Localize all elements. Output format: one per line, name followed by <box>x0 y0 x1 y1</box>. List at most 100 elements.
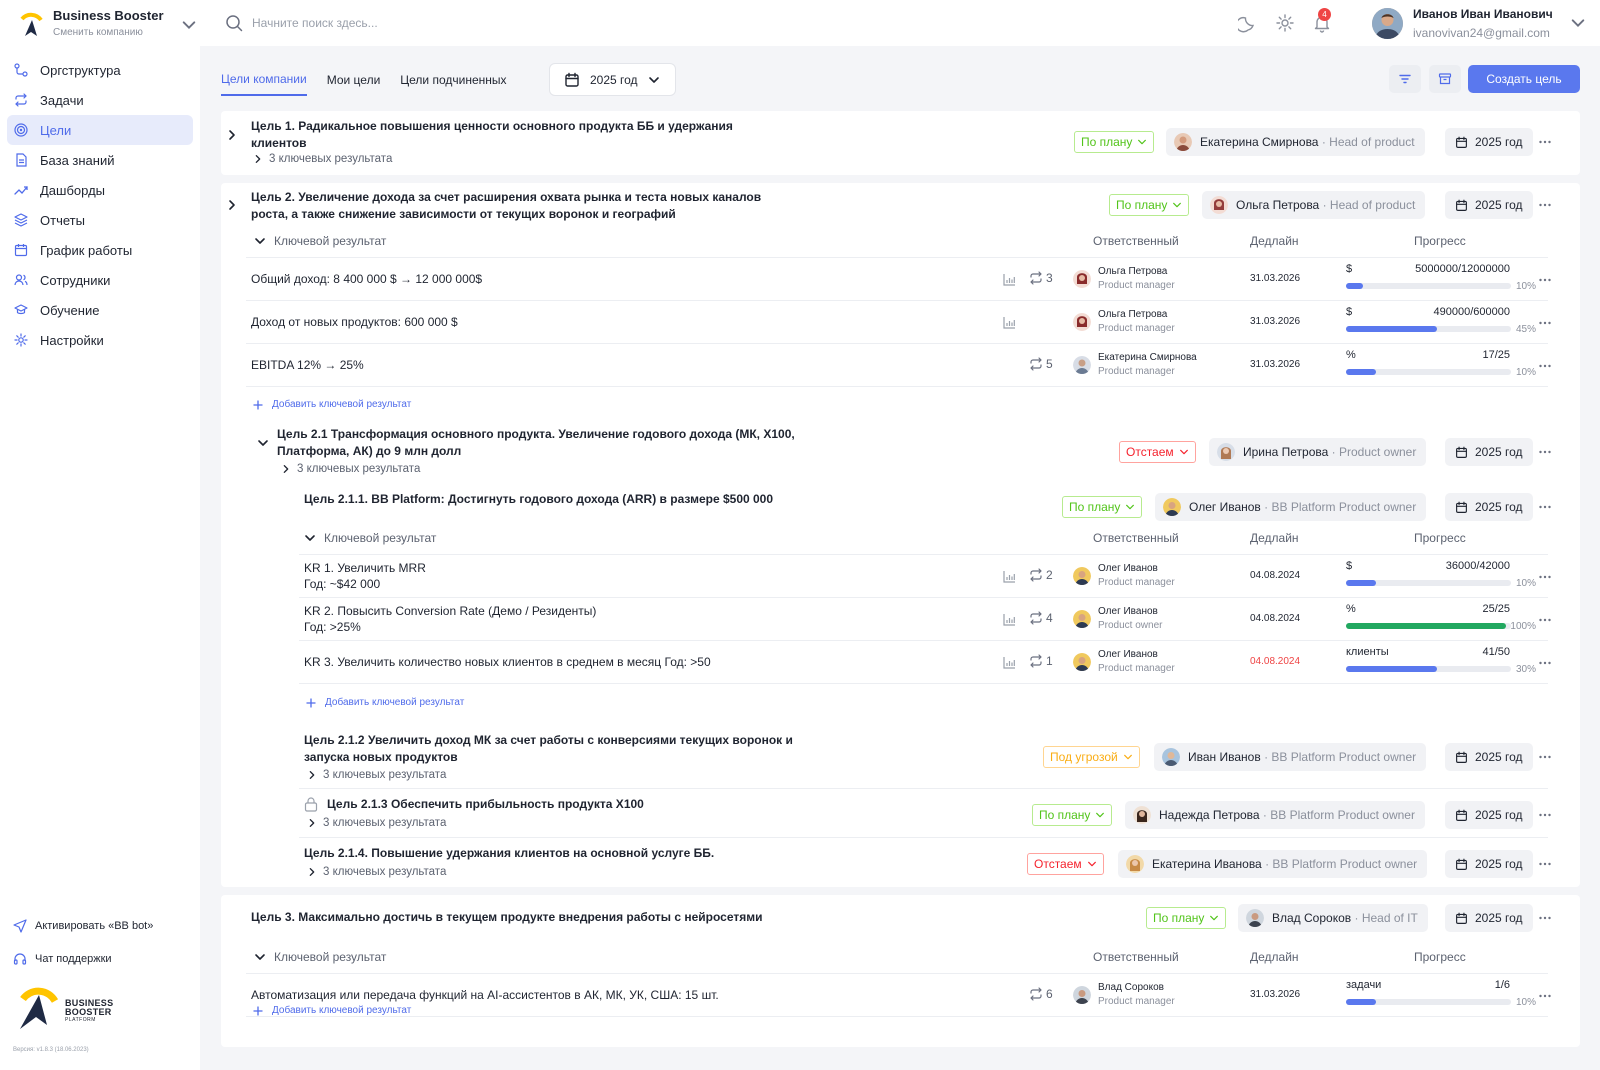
table-row[interactable]: KR 1. Увеличить MRR Год: ~$42 000 2 Олег … <box>299 555 1548 598</box>
owner-chip[interactable]: Надежда Петрова · BB Platform Product ow… <box>1125 801 1425 829</box>
kr-count-toggle[interactable]: 3 ключевых результата <box>307 769 446 781</box>
add-kr-button[interactable]: Добавить ключевой результат <box>253 1005 411 1016</box>
moon-icon[interactable] <box>1238 13 1258 33</box>
status-badge[interactable]: По плану <box>1032 804 1113 826</box>
kr-count-toggle[interactable]: 3 ключевых результата <box>281 463 420 475</box>
status-badge[interactable]: По плану <box>1062 496 1143 518</box>
goal-title[interactable]: Цель 2.1.2 Увеличить доход МК за счет ра… <box>304 732 834 766</box>
owner-chip[interactable]: Влад Сороков · Head of IT <box>1238 904 1428 932</box>
bar-chart-icon[interactable] <box>1003 316 1016 329</box>
goal-year[interactable]: 2025 год <box>1445 904 1533 932</box>
owner-chip[interactable]: Екатерина Смирнова · Head of product <box>1166 128 1425 156</box>
sidebar-item-knowledge[interactable]: База знаний <box>7 145 193 175</box>
table-row[interactable]: Автоматизация или передача функций на AI… <box>246 974 1548 1017</box>
table-row[interactable]: Общий доход: 8 400 000 $ → 12 000 000$ 3… <box>246 258 1548 301</box>
more-icon[interactable] <box>1538 135 1552 149</box>
owner-chip[interactable]: Екатерина Иванова · BB Platform Product … <box>1118 850 1428 878</box>
bar-chart-icon[interactable] <box>1003 613 1016 626</box>
company-switcher[interactable]: Business Booster Сменить компанию <box>14 8 196 44</box>
goal-year[interactable]: 2025 год <box>1445 438 1533 466</box>
kr-checkin-count[interactable]: 3 <box>1029 271 1053 285</box>
goal-title[interactable]: Цель 2.1 Трансформация основного продукт… <box>277 426 807 460</box>
year-select[interactable]: 2025 год <box>549 63 676 96</box>
status-badge[interactable]: Отстаем <box>1119 441 1196 463</box>
chevron-down-icon[interactable] <box>257 437 269 449</box>
bar-chart-icon[interactable] <box>1003 656 1016 669</box>
status-badge[interactable]: По плану <box>1074 131 1155 153</box>
more-icon[interactable] <box>1538 613 1552 627</box>
table-row[interactable]: Доход от новых продуктов: 600 000 $ Ольг… <box>246 301 1548 344</box>
goal-year[interactable]: 2025 год <box>1445 493 1533 521</box>
kr-count-toggle[interactable]: 3 ключевых результата <box>307 866 446 878</box>
owner-chip[interactable]: Олег Иванов · BB Platform Product owner <box>1155 493 1427 521</box>
more-icon[interactable] <box>1538 911 1552 925</box>
tab-company-goals[interactable]: Цели компании <box>221 64 307 96</box>
more-icon[interactable] <box>1538 570 1552 584</box>
more-icon[interactable] <box>1538 198 1552 212</box>
goal-title[interactable]: Цель 1. Радикальное повышения ценности о… <box>251 118 771 152</box>
owner-chip[interactable]: Ирина Петрова · Product owner <box>1209 438 1427 466</box>
goal-title[interactable]: Цель 2.1.3 Обеспечить прибыльность проду… <box>327 796 777 813</box>
status-badge[interactable]: По плану <box>1109 194 1190 216</box>
sidebar-item-dashboards[interactable]: Дашборды <box>7 175 193 205</box>
status-badge[interactable]: По плану <box>1146 907 1227 929</box>
bar-chart-icon[interactable] <box>1003 273 1016 286</box>
support-chat-link[interactable]: Чат поддержки <box>13 952 193 966</box>
goal-year[interactable]: 2025 год <box>1445 743 1533 771</box>
chevron-right-icon[interactable] <box>226 129 238 141</box>
goal-year[interactable]: 2025 год <box>1445 850 1533 878</box>
table-row[interactable]: KR 3. Увеличить количество новых клиенто… <box>299 641 1548 684</box>
sidebar-item-goals[interactable]: Цели <box>7 115 193 145</box>
sidebar-item-tasks[interactable]: Задачи <box>7 85 193 115</box>
table-row[interactable]: EBITDA 12% → 25% 5 Екатерина Смирнова Pr… <box>246 344 1548 387</box>
kr-checkin-count[interactable]: 5 <box>1029 357 1053 371</box>
chevron-down-icon[interactable] <box>304 532 316 544</box>
sidebar-item-schedule[interactable]: График работы <box>7 235 193 265</box>
kr-count-toggle[interactable]: 3 ключевых результата <box>253 153 392 165</box>
more-icon[interactable] <box>1538 500 1552 514</box>
chevron-down-icon[interactable] <box>1570 15 1586 31</box>
tab-subordinate-goals[interactable]: Цели подчиненных <box>400 64 506 96</box>
status-badge[interactable]: Отстаем <box>1027 853 1104 875</box>
owner-chip[interactable]: Ольга Петрова · Head of product <box>1202 191 1426 219</box>
sidebar-item-reports[interactable]: Отчеты <box>7 205 193 235</box>
more-icon[interactable] <box>1538 656 1552 670</box>
kr-checkin-count[interactable]: 4 <box>1029 611 1053 625</box>
goal-title[interactable]: Цель 2.1.1. BB Platform: Достигнуть годо… <box>304 491 864 508</box>
status-badge[interactable]: Под угрозой <box>1043 746 1140 768</box>
more-icon[interactable] <box>1538 273 1552 287</box>
sidebar-item-org[interactable]: Оргструктура <box>7 55 193 85</box>
owner-chip[interactable]: Иван Иванов · BB Platform Product owner <box>1154 743 1427 771</box>
sidebar-item-settings[interactable]: Настройки <box>7 325 193 355</box>
chevron-down-icon[interactable] <box>181 17 197 33</box>
goal-year[interactable]: 2025 год <box>1445 801 1533 829</box>
chevron-down-icon[interactable] <box>254 951 266 963</box>
goal-title[interactable]: Цель 2.1.4. Повышение удержания клиентов… <box>304 845 834 862</box>
sidebar-item-employees[interactable]: Сотрудники <box>7 265 193 295</box>
activate-bot-link[interactable]: Активировать «BB bot» <box>13 919 193 933</box>
tab-my-goals[interactable]: Мои цели <box>327 64 381 96</box>
add-kr-button[interactable]: Добавить ключевой результат <box>306 697 464 708</box>
chevron-down-icon[interactable] <box>254 235 266 247</box>
bar-chart-icon[interactable] <box>1003 570 1016 583</box>
gear-icon[interactable] <box>1275 13 1295 33</box>
more-icon[interactable] <box>1538 808 1552 822</box>
sidebar-item-learning[interactable]: Обучение <box>7 295 193 325</box>
switch-company-link[interactable]: Сменить компанию <box>53 27 143 38</box>
table-row[interactable]: KR 2. Повысить Conversion Rate (Демо / Р… <box>299 598 1548 641</box>
more-icon[interactable] <box>1538 750 1552 764</box>
goal-year[interactable]: 2025 год <box>1445 128 1533 156</box>
archive-button[interactable] <box>1429 65 1461 93</box>
filter-button[interactable] <box>1389 65 1421 93</box>
more-icon[interactable] <box>1538 445 1552 459</box>
kr-count-toggle[interactable]: 3 ключевых результата <box>307 817 446 829</box>
more-icon[interactable] <box>1538 316 1552 330</box>
kr-checkin-count[interactable]: 6 <box>1029 987 1053 1001</box>
create-goal-button[interactable]: Создать цель <box>1468 65 1580 93</box>
search-input[interactable] <box>252 13 652 33</box>
kr-checkin-count[interactable]: 1 <box>1029 654 1053 668</box>
avatar[interactable] <box>1372 8 1403 39</box>
goal-year[interactable]: 2025 год <box>1445 191 1533 219</box>
more-icon[interactable] <box>1538 857 1552 871</box>
chevron-right-icon[interactable] <box>226 199 238 211</box>
